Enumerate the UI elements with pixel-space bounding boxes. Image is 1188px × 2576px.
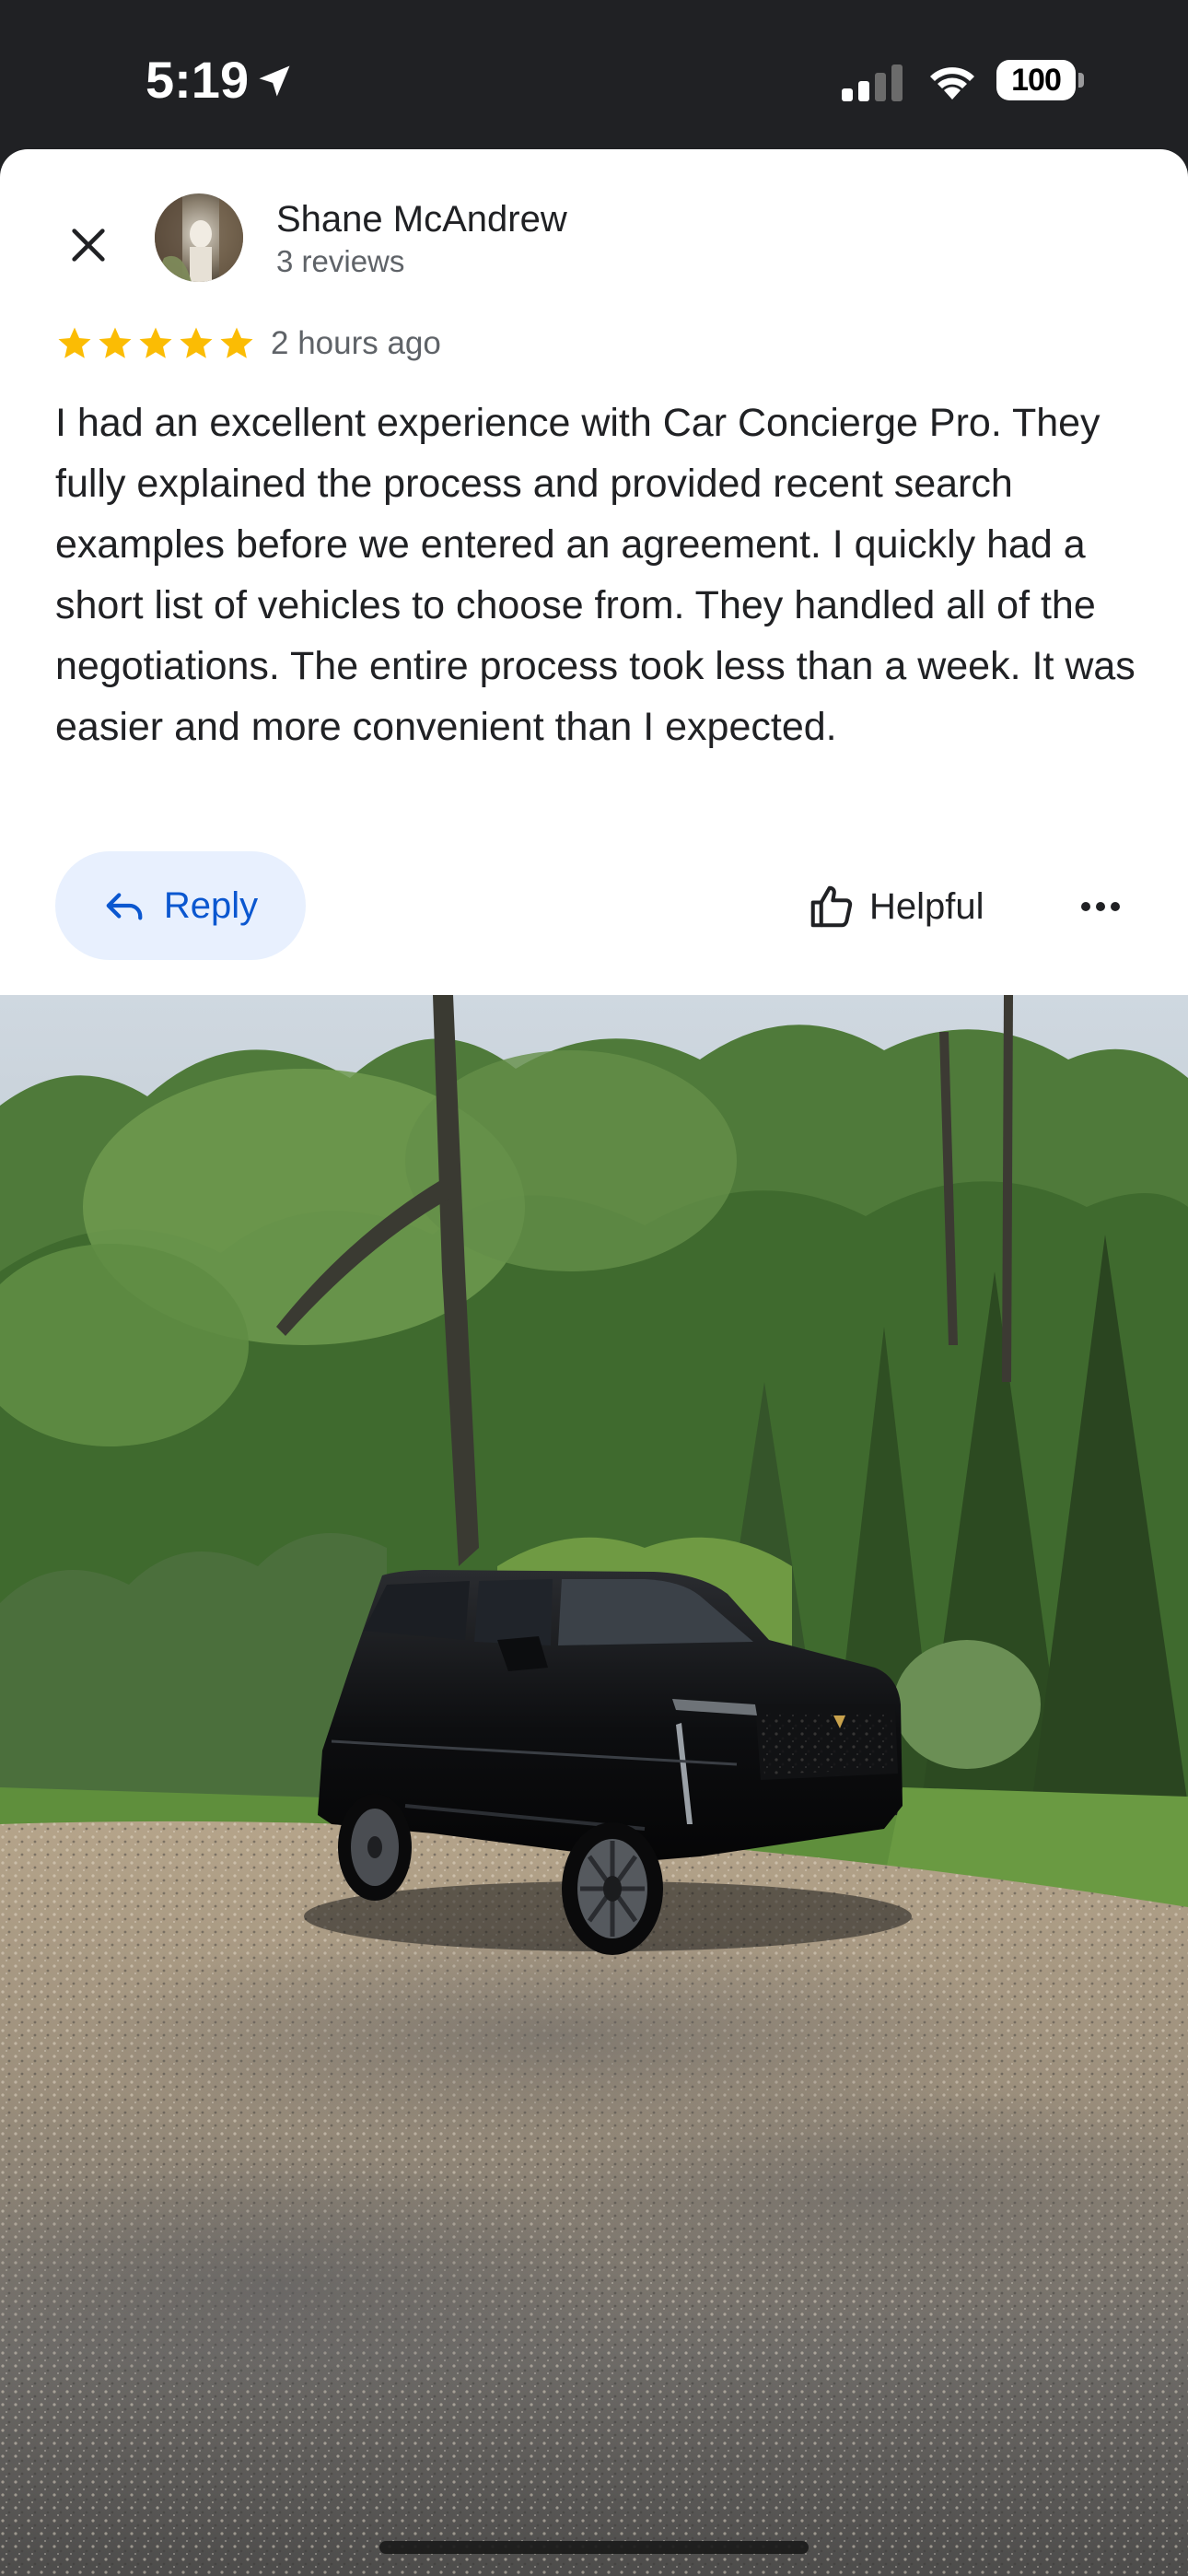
thumbs-up-icon — [810, 885, 853, 928]
star-icon — [139, 327, 172, 358]
review-screen: 5:19 100 Shane McAndrew 3 reviews 2 hour… — [0, 0, 1188, 2576]
review-text: I had an excellent experience with Car C… — [55, 401, 1136, 749]
close-button[interactable] — [52, 208, 125, 282]
status-bar: 5:19 100 — [0, 0, 1188, 152]
cellular-signal-icon — [842, 64, 903, 101]
star-icon — [180, 327, 213, 358]
review-photo[interactable] — [0, 995, 1188, 2576]
reviewer-avatar[interactable] — [155, 193, 243, 282]
battery-indicator: 100 — [996, 59, 1085, 101]
star-icon — [58, 327, 91, 358]
more-horizontal-icon — [1081, 902, 1120, 911]
close-icon — [72, 228, 105, 262]
wifi-icon — [930, 67, 974, 100]
battery-level: 100 — [996, 60, 1076, 100]
star-icon — [220, 327, 253, 358]
more-options-button[interactable] — [1068, 879, 1133, 934]
location-arrow-icon — [259, 65, 290, 97]
reply-arrow-icon — [106, 893, 143, 920]
battery-cap — [1078, 73, 1084, 88]
home-indicator[interactable] — [379, 2541, 809, 2554]
star-rating — [55, 324, 256, 363]
review-time: 2 hours ago — [271, 325, 441, 361]
helpful-button[interactable]: Helpful — [807, 870, 984, 943]
reply-button[interactable]: Reply — [55, 851, 306, 960]
star-icon — [99, 327, 132, 358]
avatar-photo — [155, 193, 243, 282]
reply-label: Reply — [163, 884, 259, 926]
status-time: 5:19 — [146, 51, 250, 109]
reviewer-review-count: 3 reviews — [276, 244, 405, 278]
helpful-label: Helpful — [869, 885, 984, 927]
review-sheet: Shane McAndrew 3 reviews 2 hours ago I h… — [0, 149, 1188, 995]
reviewer-name[interactable]: Shane McAndrew — [276, 195, 567, 243]
photo-black-suv-driveway — [0, 995, 1188, 2576]
